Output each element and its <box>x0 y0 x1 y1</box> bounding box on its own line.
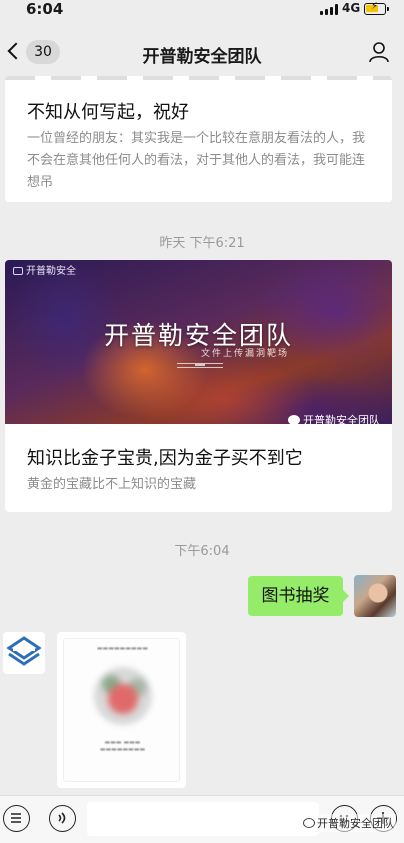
logo-icon <box>13 267 23 275</box>
cover-divider <box>177 363 223 368</box>
cover-subtitle: 文件上传漏洞靶场 <box>201 349 290 359</box>
profile-icon[interactable] <box>368 41 390 63</box>
timestamp: 下午6:04 <box>174 544 230 559</box>
battery-icon: ⚡ <box>364 1 389 15</box>
team-logo-icon <box>6 636 42 666</box>
timestamp: 昨天 下午6:21 <box>159 236 245 251</box>
article-card[interactable]: 不知从何写起，祝好 一位曾经的朋友：其实我是一个比较在意朋友看法的人，我不会在意… <box>5 76 392 202</box>
voice-button[interactable] <box>49 805 76 832</box>
voice-icon <box>58 812 66 824</box>
poster-footer-blurred: ▬▬▬ ▬▬▬ ▬▬▬▬▬▬▬▬ <box>99 739 146 753</box>
wechat-icon <box>288 415 300 424</box>
article-title: 知识比金子宝贵,因为金子买不到它 <box>27 448 303 469</box>
article-card[interactable]: 开普勒安全 开普勒安全团队 文件上传漏洞靶场 开普勒安全团队 知识比金子宝贵,因… <box>5 260 392 512</box>
signal-icon <box>320 4 338 15</box>
avatar[interactable] <box>3 632 45 674</box>
cover-watermark: 开普勒安全团队 <box>288 412 380 424</box>
outgoing-message-bubble[interactable]: 图书抽奖 <box>248 576 349 616</box>
menu-icon <box>11 813 21 823</box>
article-desc: 一位曾经的朋友：其实我是一个比较在意朋友看法的人，我不会在意其他任何人的看法，对… <box>27 131 366 190</box>
avatar[interactable] <box>354 575 396 617</box>
previous-card-peek <box>5 76 392 80</box>
network-label: 4G <box>342 1 361 15</box>
chat-title: 开普勒安全团队 <box>142 47 262 67</box>
article-desc: 黄金的宝藏比不上知识的宝藏 <box>27 477 197 492</box>
status-bar: 6:04 4G ⚡ <box>0 0 404 20</box>
input-bar: 开普勒安全团队 <box>0 795 404 843</box>
wechat-icon <box>303 818 315 828</box>
menu-button[interactable] <box>3 805 30 832</box>
status-time: 6:04 <box>26 0 64 18</box>
article-title: 不知从何写起，祝好 <box>27 102 189 123</box>
poster-title-blurred: ▬▬▬▬▬▬▬▬▬ <box>96 645 149 652</box>
image-message[interactable]: ▬▬▬▬▬▬▬▬▬ ▬▬▬ ▬▬▬ ▬▬▬▬▬▬▬▬ <box>57 632 186 788</box>
cover-logo: 开普勒安全 <box>13 262 76 277</box>
lottery-poster: ▬▬▬▬▬▬▬▬▬ ▬▬▬ ▬▬▬ ▬▬▬▬▬▬▬▬ <box>63 638 180 782</box>
article-cover-image: 开普勒安全 开普勒安全团队 文件上传漏洞靶场 开普勒安全团队 <box>5 260 392 424</box>
qr-code-blurred <box>94 667 152 725</box>
message-input[interactable] <box>87 802 319 836</box>
account-watermark: 开普勒安全团队 <box>301 814 396 832</box>
cover-title: 开普勒安全团队 <box>103 321 293 350</box>
nav-bar: 30 开普勒安全团队 <box>0 28 404 76</box>
